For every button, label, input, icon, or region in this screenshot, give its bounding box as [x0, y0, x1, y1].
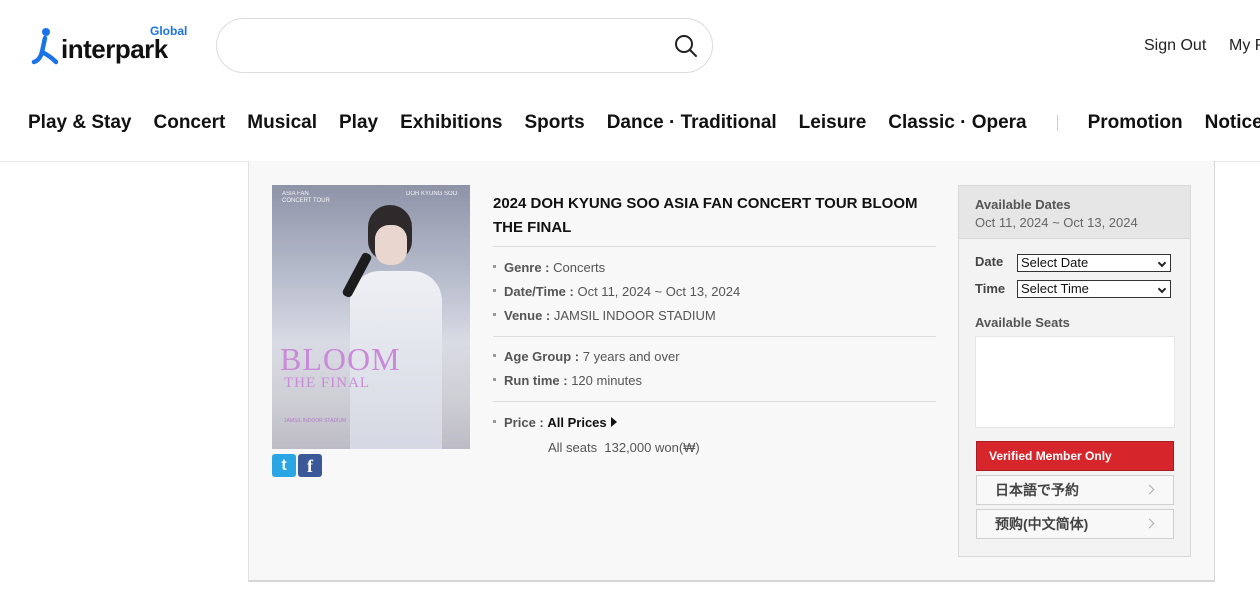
available-dates-value: Oct 11, 2024 ~ Oct 13, 2024	[975, 215, 1138, 230]
venue-row: Venue : JAMSIL INDOOR STADIUM	[493, 308, 716, 323]
nav-item-notice[interactable]: Notice	[1205, 112, 1260, 134]
nav-item-play-stay[interactable]: Play & Stay	[28, 112, 132, 134]
nav-item-dance-traditional[interactable]: Dance · Traditional	[607, 112, 777, 134]
japanese-booking-label: 日本語で予約	[995, 482, 1079, 498]
poster-tour-label: ASIA FAN CONCERT TOUR	[282, 191, 330, 204]
my-page-link[interactable]: My P	[1229, 37, 1260, 55]
logo-wordmark: interpark	[61, 34, 168, 64]
age-group-value: 7 years and over	[582, 349, 680, 364]
nav-item-exhibitions[interactable]: Exhibitions	[400, 112, 502, 134]
age-group-row: Age Group : 7 years and over	[493, 349, 680, 364]
product-panel: ASIA FAN CONCERT TOUR DOH KYUNG SOO BLOO…	[248, 161, 1215, 582]
bullet-icon	[493, 420, 496, 424]
booking-box: Available Dates Oct 11, 2024 ~ Oct 13, 2…	[958, 185, 1191, 557]
date-select-value: Select Date	[1021, 255, 1089, 270]
chevron-down-icon	[1157, 258, 1167, 268]
available-seats-label: Available Seats	[975, 315, 1070, 330]
event-poster: ASIA FAN CONCERT TOUR DOH KYUNG SOO BLOO…	[272, 185, 470, 449]
price-row: Price : All Prices	[493, 415, 617, 430]
chevron-right-icon	[1144, 518, 1155, 529]
chinese-booking-button[interactable]: 预购(中文简体)	[976, 509, 1174, 539]
nav-item-classic-opera[interactable]: Classic · Opera	[888, 112, 1026, 134]
poster-artist-label: DOH KYUNG SOO	[406, 191, 458, 197]
main-nav: Play & Stay Concert Musical Play Exhibit…	[28, 111, 1260, 135]
poster-face	[375, 225, 407, 265]
datetime-label: Date/Time :	[504, 284, 574, 299]
twitter-share-icon[interactable]: t	[272, 454, 296, 477]
time-select-value: Select Time	[1021, 281, 1089, 296]
poster-bloom-title: BLOOM	[280, 341, 401, 377]
bullet-icon	[493, 378, 496, 382]
nav-item-leisure[interactable]: Leisure	[799, 112, 867, 134]
all-prices-link[interactable]: All Prices	[547, 415, 606, 430]
japanese-booking-button[interactable]: 日本語で予約	[976, 475, 1174, 505]
age-group-label: Age Group :	[504, 349, 580, 364]
venue-label: Venue :	[504, 308, 551, 323]
genre-value: Concerts	[553, 260, 606, 275]
seat-price-row: All seats 132,000 won(₩)	[548, 440, 700, 455]
chevron-down-icon	[1157, 284, 1167, 294]
seat-price: 132,000 won(₩)	[604, 440, 700, 455]
event-title: 2024 DOH KYUNG SOO ASIA FAN CONCERT TOUR…	[493, 195, 918, 236]
bullet-icon	[493, 265, 496, 269]
chinese-booking-label: 预购(中文简体)	[995, 516, 1089, 532]
nav-item-promotion[interactable]: Promotion	[1088, 112, 1183, 134]
price-divider	[493, 401, 936, 402]
price-label: Price :	[504, 415, 544, 430]
nav-item-concert[interactable]: Concert	[154, 112, 226, 134]
run-time-value: 120 minutes	[571, 373, 643, 388]
bullet-icon	[493, 313, 496, 317]
sign-out-link[interactable]: Sign Out	[1144, 37, 1206, 55]
poster-venue: JAMSIL INDOOR STADIUM	[284, 418, 347, 424]
time-select[interactable]: Select Time	[1017, 280, 1171, 298]
nav-item-musical[interactable]: Musical	[247, 112, 317, 134]
info-divider	[493, 336, 936, 337]
available-dates-header: Available Dates Oct 11, 2024 ~ Oct 13, 2…	[959, 186, 1190, 239]
bullet-icon	[493, 289, 496, 293]
time-label: Time	[975, 281, 1006, 296]
chevron-right-icon	[1144, 484, 1155, 495]
available-seats-box	[975, 336, 1175, 428]
title-divider	[493, 246, 936, 247]
run-time-row: Run time : 120 minutes	[493, 373, 642, 388]
date-select[interactable]: Select Date	[1017, 254, 1171, 272]
date-label: Date	[975, 254, 1004, 269]
bullet-icon	[493, 354, 496, 358]
venue-value: JAMSIL INDOOR STADIUM	[553, 308, 716, 323]
search-icon[interactable]	[673, 33, 699, 59]
interpark-logo[interactable]: Global interpark	[30, 24, 192, 68]
datetime-row: Date/Time : Oct 11, 2024 ~ Oct 13, 2024	[493, 284, 740, 299]
search-bar[interactable]	[216, 18, 713, 73]
nav-item-sports[interactable]: Sports	[525, 112, 585, 134]
triangle-right-icon[interactable]	[610, 417, 617, 427]
run-time-label: Run time :	[504, 373, 568, 388]
facebook-share-icon[interactable]: f	[298, 454, 322, 477]
seat-name: All seats	[548, 440, 598, 455]
search-input[interactable]	[237, 33, 657, 59]
person-logo-icon	[31, 28, 58, 65]
genre-row: Genre : Concerts	[493, 260, 605, 275]
datetime-value: Oct 11, 2024 ~ Oct 13, 2024	[577, 284, 741, 299]
nav-divider	[1056, 115, 1058, 131]
verified-member-button[interactable]: Verified Member Only	[976, 441, 1174, 471]
poster-final-title: THE FINAL	[284, 375, 371, 391]
nav-item-play[interactable]: Play	[339, 112, 378, 134]
available-dates-label: Available Dates	[975, 197, 1071, 212]
genre-label: Genre :	[504, 260, 550, 275]
